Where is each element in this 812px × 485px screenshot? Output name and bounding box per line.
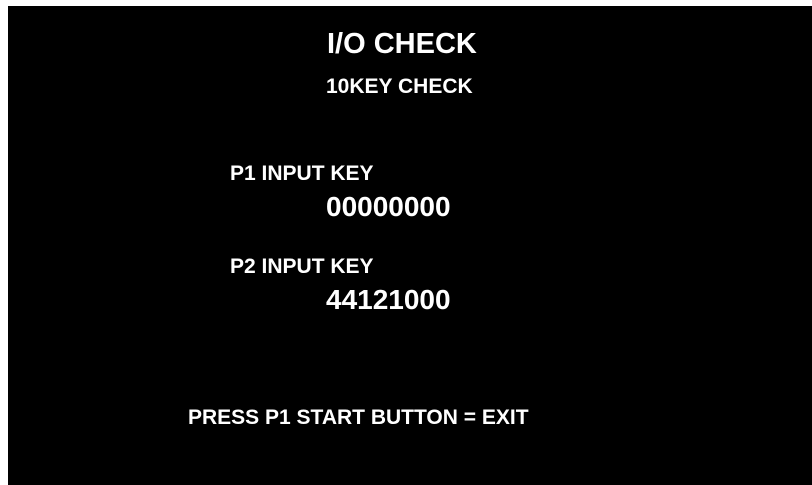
p1-input-key-value: 00000000: [326, 191, 451, 222]
screen-title: I/O CHECK: [327, 28, 477, 60]
p2-input-key-label: P2 INPUT KEY: [230, 255, 374, 278]
p2-input-key-value: 44121000: [326, 284, 451, 315]
p1-input-key-label: P1 INPUT KEY: [230, 162, 374, 185]
exit-instruction: PRESS P1 START BUTTON = EXIT: [188, 406, 529, 429]
test-menu-screen: I/O CHECK 10KEY CHECK P1 INPUT KEY 00000…: [8, 6, 812, 485]
screen-subtitle: 10KEY CHECK: [326, 75, 473, 98]
